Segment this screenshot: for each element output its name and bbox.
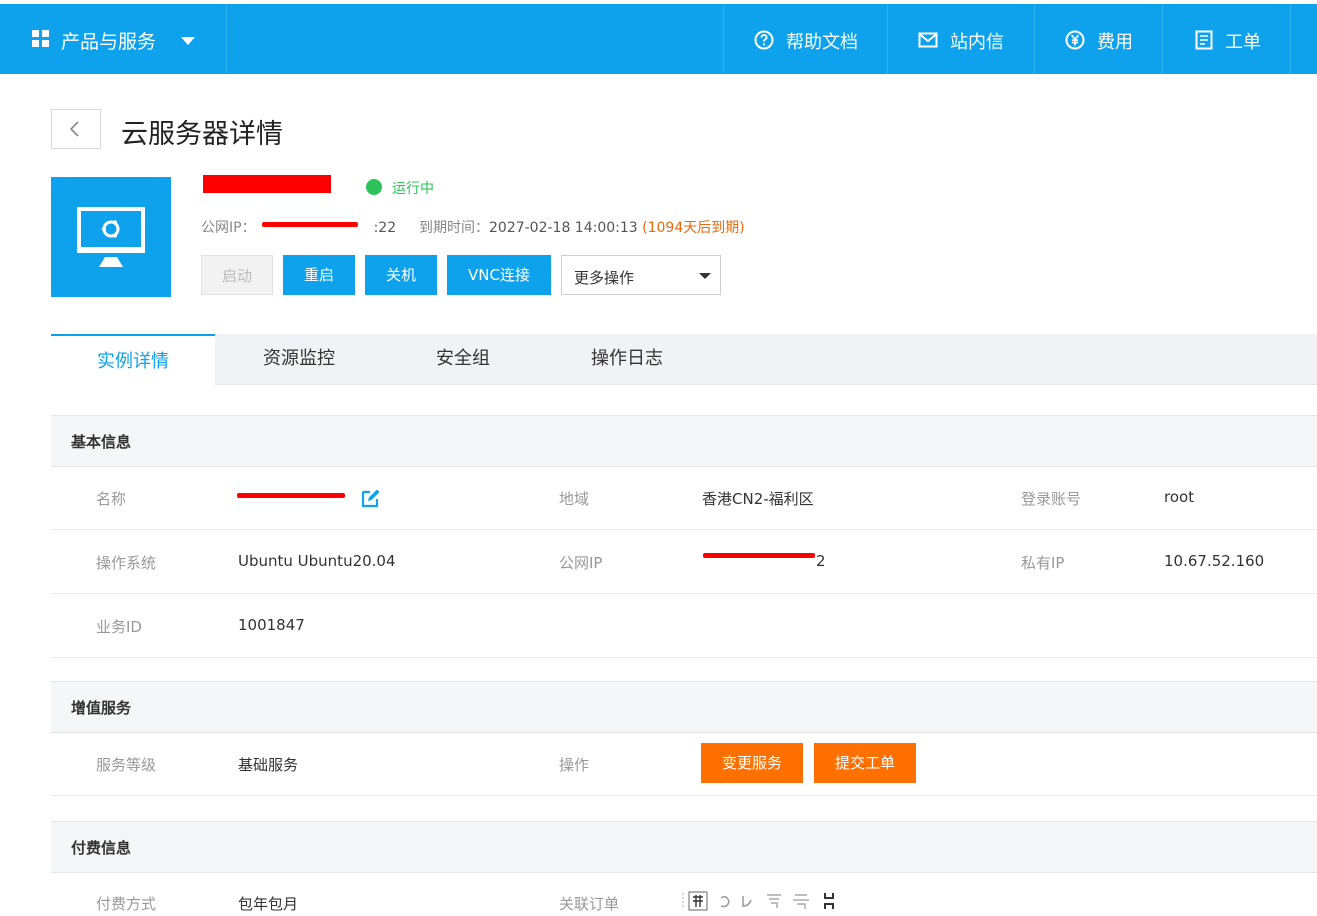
- nav-help-docs[interactable]: 帮助文档: [723, 4, 888, 74]
- grid-icon: [32, 30, 50, 48]
- tab-security-group[interactable]: 安全组: [381, 334, 545, 384]
- basic-info-header: 基本信息: [51, 415, 1317, 467]
- info-row: 服务等级 基础服务 操作 变更服务 提交工单: [51, 732, 1317, 796]
- os-label: 操作系统: [96, 554, 157, 572]
- nav-messages[interactable]: 站内信: [887, 4, 1035, 74]
- chevron-down-icon: [181, 37, 195, 45]
- public-ip-port: :22: [373, 220, 397, 236]
- service-level-value: 基础服务: [238, 756, 299, 774]
- public-ip-label: 公网IP：: [201, 220, 256, 236]
- vnc-button[interactable]: VNC连接: [447, 255, 551, 295]
- detail-tabs: 实例详情 资源监控 安全组 操作日志: [51, 334, 1317, 386]
- change-service-button[interactable]: 变更服务: [701, 743, 803, 783]
- biz-id-label: 业务ID: [96, 618, 142, 636]
- value-added-header: 增值服务: [51, 681, 1317, 733]
- nav-billing[interactable]: 费用: [1034, 4, 1163, 74]
- hostname-redacted: [203, 175, 331, 193]
- region-value: 香港CN2-福利区: [702, 490, 814, 508]
- monitor-icon: [77, 207, 145, 267]
- billing-info-header: 付费信息: [51, 821, 1317, 873]
- private-ip-value: 10.67.52.160: [1164, 552, 1265, 570]
- expire-remaining: (1094天后到期): [642, 220, 745, 236]
- biz-id-value: 1001847: [238, 616, 305, 634]
- help-circle-icon: [754, 30, 774, 50]
- expire-time: 2027-02-18 14:00:13: [489, 220, 638, 236]
- ime-toolbar-overlay: [681, 890, 841, 912]
- name-label: 名称: [96, 490, 127, 508]
- tab-resource-monitor[interactable]: 资源监控: [217, 334, 381, 384]
- public-ip-row-label: 公网IP: [559, 554, 603, 572]
- section-title: 基本信息: [71, 433, 132, 451]
- name-redaction: [237, 493, 345, 498]
- edit-icon[interactable]: [361, 488, 381, 508]
- ticket-icon: [1195, 30, 1213, 50]
- pay-method-label: 付费方式: [96, 895, 157, 913]
- name-value-redacted: [238, 488, 346, 508]
- mail-icon: [918, 32, 938, 48]
- pay-method-value: 包年包月: [238, 895, 299, 913]
- expire-meta: 到期时间：2027-02-18 14:00:13 (1094天后到期): [419, 217, 745, 237]
- expire-label: 到期时间：: [419, 220, 489, 236]
- os-value: Ubuntu Ubuntu20.04: [238, 552, 396, 570]
- page-title: 云服务器详情: [121, 119, 283, 150]
- yuan-icon: [1065, 30, 1085, 50]
- info-row: 名称 地域 香港CN2-福利区 登录账号 root: [51, 466, 1317, 530]
- back-button[interactable]: [51, 109, 101, 149]
- login-value: root: [1164, 488, 1195, 506]
- login-label: 登录账号: [1021, 490, 1082, 508]
- products-services-label: 产品与服务: [61, 31, 157, 53]
- products-services-menu[interactable]: 产品与服务: [0, 4, 227, 74]
- service-level-label: 服务等级: [96, 756, 157, 774]
- public-ip-meta: 公网IP： :22: [201, 217, 396, 237]
- status-text: 运行中: [392, 181, 434, 197]
- operation-label: 操作: [559, 756, 590, 774]
- status-running-dot: [366, 179, 382, 195]
- related-order-label: 关联订单: [559, 895, 620, 913]
- info-row: 业务ID 1001847: [51, 594, 1317, 658]
- info-row: 操作系统 Ubuntu Ubuntu20.04 公网IP 2 私有IP 10.6…: [51, 530, 1317, 594]
- nav-label: 站内信: [950, 32, 1004, 53]
- section-title: 付费信息: [71, 839, 132, 857]
- server-image: [51, 177, 171, 297]
- nav-tickets[interactable]: 工单: [1162, 4, 1292, 74]
- tab-operation-log[interactable]: 操作日志: [545, 334, 709, 384]
- restart-button[interactable]: 重启: [283, 255, 355, 295]
- nav-edge-divider: [1290, 4, 1317, 74]
- private-ip-label: 私有IP: [1021, 554, 1065, 572]
- more-actions-select[interactable]: 更多操作: [561, 255, 721, 295]
- nav-label: 工单: [1225, 32, 1261, 53]
- start-button[interactable]: 启动: [201, 255, 273, 295]
- more-actions-label: 更多操作: [574, 269, 635, 287]
- nav-label: 帮助文档: [786, 32, 858, 53]
- public-ip-redaction: [262, 222, 358, 227]
- tab-instance-details[interactable]: 实例详情: [51, 334, 215, 386]
- region-label: 地域: [559, 490, 590, 508]
- public-ip-row-tail: 2: [816, 552, 826, 570]
- chevron-left-icon: [69, 121, 79, 137]
- submit-ticket-button[interactable]: 提交工单: [814, 743, 916, 783]
- chevron-down-icon: [699, 273, 711, 279]
- top-navbar: 产品与服务 帮助文档 站内信 费用 工单: [0, 4, 1317, 74]
- info-row: 付费方式 包年包月 关联订单: [51, 872, 1317, 913]
- section-title: 增值服务: [71, 699, 132, 717]
- nav-label: 费用: [1097, 32, 1133, 53]
- public-ip-row-redaction: [703, 553, 815, 558]
- shutdown-button[interactable]: 关机: [365, 255, 437, 295]
